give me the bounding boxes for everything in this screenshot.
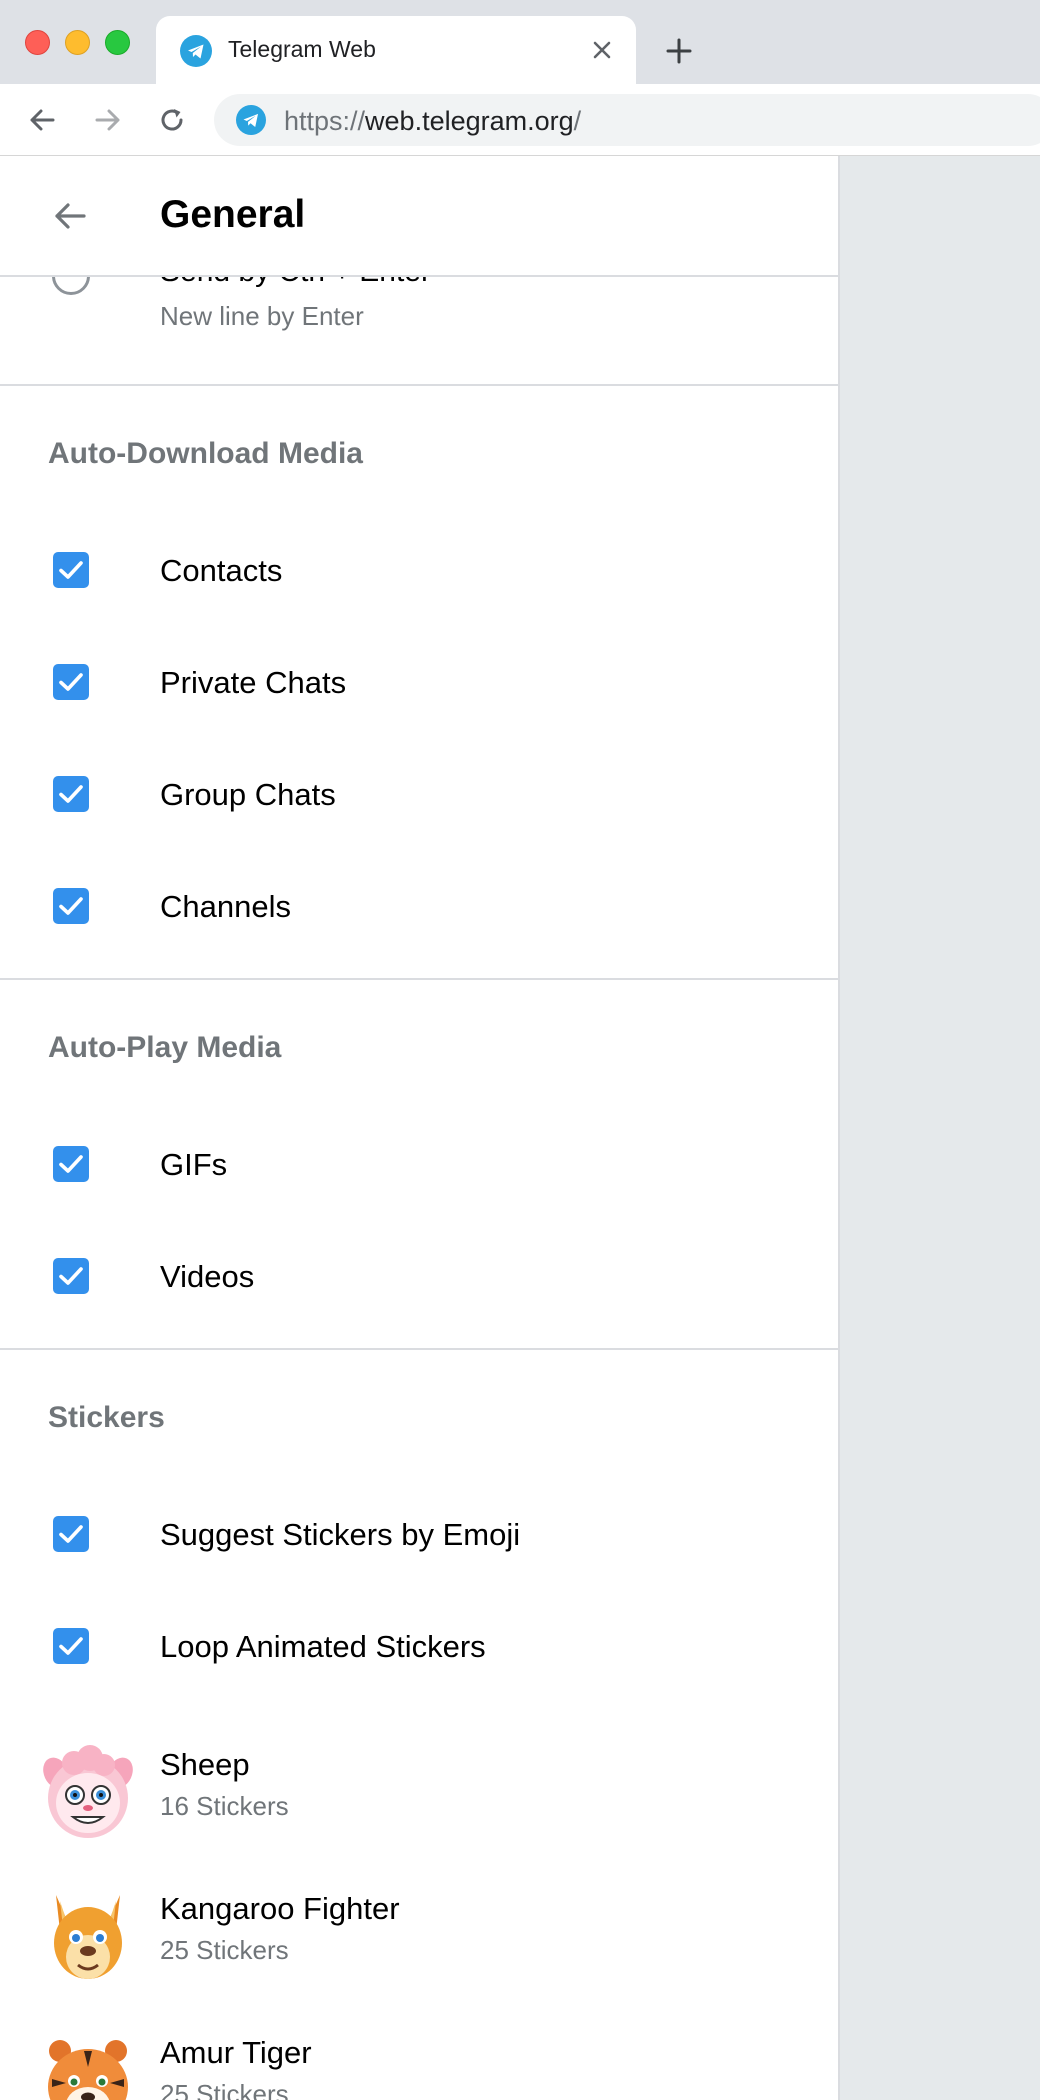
contacts-label: Contacts (160, 553, 283, 588)
tiger-sticker-icon (48, 2040, 128, 2100)
checkmark-icon (59, 1155, 83, 1173)
settings-panel: General Send by Ctrl + Enter New line by… (0, 156, 840, 2100)
loop-stickers-row[interactable]: Loop Animated Stickers (0, 1596, 838, 1696)
auto-download-private-chats-row[interactable]: Private Chats (0, 632, 838, 732)
suggest-stickers-checkbox[interactable] (53, 1516, 89, 1552)
sticker-set-count: 16 Stickers (160, 1791, 289, 1821)
minimize-window-button[interactable] (65, 30, 90, 55)
private-chats-label: Private Chats (160, 665, 347, 700)
telegram-site-icon (236, 105, 266, 135)
back-arrow-icon[interactable] (50, 196, 90, 236)
contacts-checkbox[interactable] (53, 552, 89, 588)
loop-stickers-checkbox[interactable] (53, 1628, 89, 1664)
tab-title: Telegram Web (228, 36, 376, 62)
group-chats-label: Group Chats (160, 777, 336, 812)
close-tab-icon[interactable] (590, 38, 614, 62)
sticker-set-name: Kangaroo Fighter (160, 1891, 400, 1926)
reload-icon[interactable] (156, 104, 188, 136)
sticker-set-row[interactable]: Amur Tiger 25 Stickers (0, 2011, 838, 2100)
suggest-stickers-label: Suggest Stickers by Emoji (160, 1517, 521, 1552)
browser-tab[interactable]: Telegram Web (156, 16, 636, 84)
section-divider (0, 1348, 838, 1350)
channels-label: Channels (160, 889, 291, 924)
checkmark-icon (59, 897, 83, 915)
checkmark-icon (59, 1525, 83, 1543)
sheep-sticker-icon (43, 1745, 133, 1838)
section-divider (0, 978, 838, 980)
sticker-set-count: 25 Stickers (160, 1935, 289, 1965)
browser-tab-strip: Telegram Web (0, 0, 1040, 84)
kangaroo-sticker-icon (54, 1895, 122, 1979)
auto-play-videos-row[interactable]: Videos (0, 1226, 838, 1326)
videos-label: Videos (160, 1259, 255, 1294)
section-divider (0, 384, 838, 386)
url-text: https://web.telegram.org/ (284, 106, 582, 136)
new-tab-icon[interactable] (664, 36, 694, 66)
page-title: General (160, 193, 306, 236)
auto-download-channels-row[interactable]: Channels (0, 856, 838, 956)
send-option-row[interactable]: Send by Ctrl + Enter New line by Enter (0, 277, 838, 377)
group-chats-checkbox[interactable] (53, 776, 89, 812)
sticker-set-count: 25 Stickers (160, 2079, 289, 2100)
auto-play-heading: Auto-Play Media (48, 1031, 282, 1064)
send-ctrl-enter-radio[interactable] (52, 277, 90, 295)
chat-background-area (840, 156, 1040, 2100)
gifs-label: GIFs (160, 1147, 228, 1182)
checkmark-icon (59, 1637, 83, 1655)
checkmark-icon (59, 785, 83, 803)
settings-header: General (0, 156, 838, 277)
checkmark-icon (59, 673, 83, 691)
suggest-stickers-row[interactable]: Suggest Stickers by Emoji (0, 1484, 838, 1584)
browser-toolbar: https://web.telegram.org/ (0, 84, 1040, 156)
sticker-set-name: Sheep (160, 1747, 250, 1782)
maximize-window-button[interactable] (105, 30, 130, 55)
auto-play-gifs-row[interactable]: GIFs (0, 1114, 838, 1214)
send-option-title: Send by Ctrl + Enter (160, 277, 431, 289)
private-chats-checkbox[interactable] (53, 664, 89, 700)
telegram-favicon-icon (180, 35, 212, 67)
loop-stickers-label: Loop Animated Stickers (160, 1629, 486, 1664)
auto-download-group-chats-row[interactable]: Group Chats (0, 744, 838, 844)
send-option-subtitle: New line by Enter (160, 301, 364, 331)
auto-download-contacts-row[interactable]: Contacts (0, 520, 838, 620)
gifs-checkbox[interactable] (53, 1146, 89, 1182)
browser-forward-icon[interactable] (92, 104, 124, 136)
stickers-heading: Stickers (48, 1401, 165, 1434)
checkmark-icon (59, 1267, 83, 1285)
browser-back-icon[interactable] (26, 104, 58, 136)
address-bar[interactable]: https://web.telegram.org/ (214, 94, 1040, 146)
sticker-set-name: Amur Tiger (160, 2035, 312, 2070)
sticker-set-row[interactable]: Sheep 16 Stickers (0, 1723, 838, 1863)
auto-download-heading: Auto-Download Media (48, 437, 363, 470)
close-window-button[interactable] (25, 30, 50, 55)
channels-checkbox[interactable] (53, 888, 89, 924)
checkmark-icon (59, 561, 83, 579)
sticker-set-row[interactable]: Kangaroo Fighter 25 Stickers (0, 1867, 838, 2007)
videos-checkbox[interactable] (53, 1258, 89, 1294)
